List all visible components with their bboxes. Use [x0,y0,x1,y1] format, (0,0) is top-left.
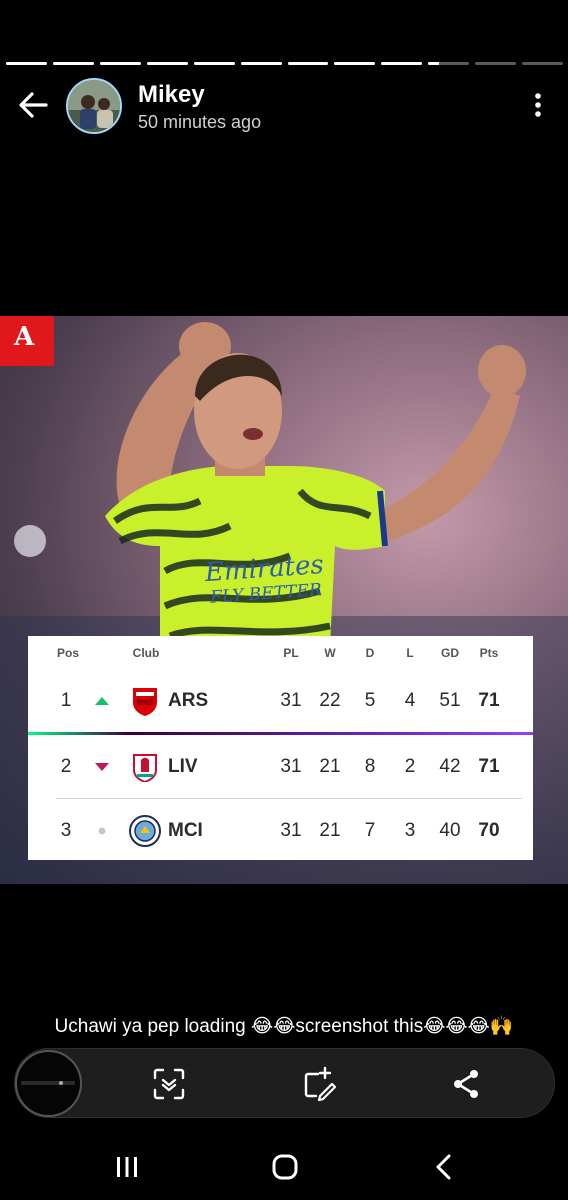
row-pos: 3 [60,820,72,841]
progress-segment [381,62,423,65]
row-pts: 71 [478,690,500,711]
progress-segment-fill [146,62,188,65]
post-time: 50 minutes ago [138,112,262,132]
man-city-crest-icon [129,815,161,847]
row-pos: 2 [60,756,72,777]
progress-segment [52,62,94,65]
col-d: D [365,646,375,660]
progress-segment-fill [334,62,376,65]
col-pts: Pts [479,646,499,660]
recent-apps-icon[interactable] [110,1150,144,1184]
progress-segment [193,62,235,65]
row-pts: 71 [478,756,500,777]
shirt-sponsor: Emirates FLY BETTER [198,550,331,609]
trend-down-icon [95,763,109,771]
row-pts: 70 [478,820,500,841]
row-pl: 31 [280,756,302,777]
share-icon[interactable] [446,1064,486,1104]
publisher-logo: A [0,316,54,366]
progress-segment [334,62,376,65]
back-arrow-icon[interactable] [16,88,50,122]
progress-segment-fill [240,62,282,65]
row-club: ARS [168,690,209,711]
row-d: 5 [364,690,376,711]
status-image: A Emirates FLY BETTER Pos Club PL W D L … [0,316,568,884]
thumbnail-preview-icon [21,1081,75,1085]
progress-segment-fill [52,62,94,65]
progress-segment [522,62,564,65]
progress-segment [287,62,329,65]
logo-mark-icon: A [14,322,35,352]
trend-up-icon [95,697,109,705]
row-club: LIV [168,756,198,777]
edit-image-icon[interactable] [298,1064,338,1104]
liverpool-crest-icon [133,754,157,782]
row-l: 2 [404,756,416,777]
trend-same-icon [98,827,106,835]
row-pl: 31 [280,690,302,711]
progress-segment [428,62,470,65]
table-row: 2 LIV 31 21 8 2 42 71 [28,735,533,799]
avatar[interactable] [66,78,122,134]
back-icon[interactable] [428,1150,462,1184]
row-gd: 51 [439,690,461,711]
row-d: 7 [364,820,376,841]
arsenal-crest-icon [133,688,157,716]
progress-segment [99,62,141,65]
row-gd: 42 [439,756,461,777]
home-icon[interactable] [268,1150,302,1184]
progress-segment [475,62,517,65]
progress-segment [146,62,188,65]
col-club: Club [132,646,160,660]
row-w: 22 [319,690,341,711]
row-w: 21 [319,820,341,841]
progress-segment-fill [428,62,439,65]
table-header: Pos Club PL W D L GD Pts [28,636,533,670]
progress-segment-fill [99,62,141,65]
col-pl: PL [283,646,299,660]
row-pl: 31 [280,820,302,841]
row-pos: 1 [60,690,72,711]
table-row: 1 ARS 31 22 5 4 51 71 [28,670,533,734]
progress-segment [6,62,47,65]
row-l: 3 [404,820,416,841]
col-w: W [324,646,336,660]
row-l: 4 [404,690,416,711]
table-row: 3 MCI 31 21 7 3 40 70 [28,799,533,863]
more-options-icon[interactable] [526,90,550,120]
row-club: MCI [168,820,203,841]
contact-name[interactable]: Mikey [138,81,205,109]
row-gd: 40 [439,820,461,841]
league-table: Pos Club PL W D L GD Pts 1 ARS 31 22 5 4… [28,636,533,860]
row-w: 21 [319,756,341,777]
progress-segment-fill [287,62,329,65]
progress-segment [240,62,282,65]
progress-segment-fill [381,62,423,65]
progress-segment-fill [193,62,235,65]
progress-segment-fill [6,62,47,65]
media-thumbnail[interactable] [15,1050,82,1117]
status-caption: Uchawi ya pep loading 😂😂screenshot this😂… [54,1016,514,1037]
row-d: 8 [364,756,376,777]
avatar-image [68,80,120,132]
col-gd: GD [441,646,459,660]
scan-text-icon[interactable] [149,1064,189,1104]
col-pos: Pos [56,646,79,660]
col-l: L [406,646,414,660]
story-progress [6,62,564,66]
